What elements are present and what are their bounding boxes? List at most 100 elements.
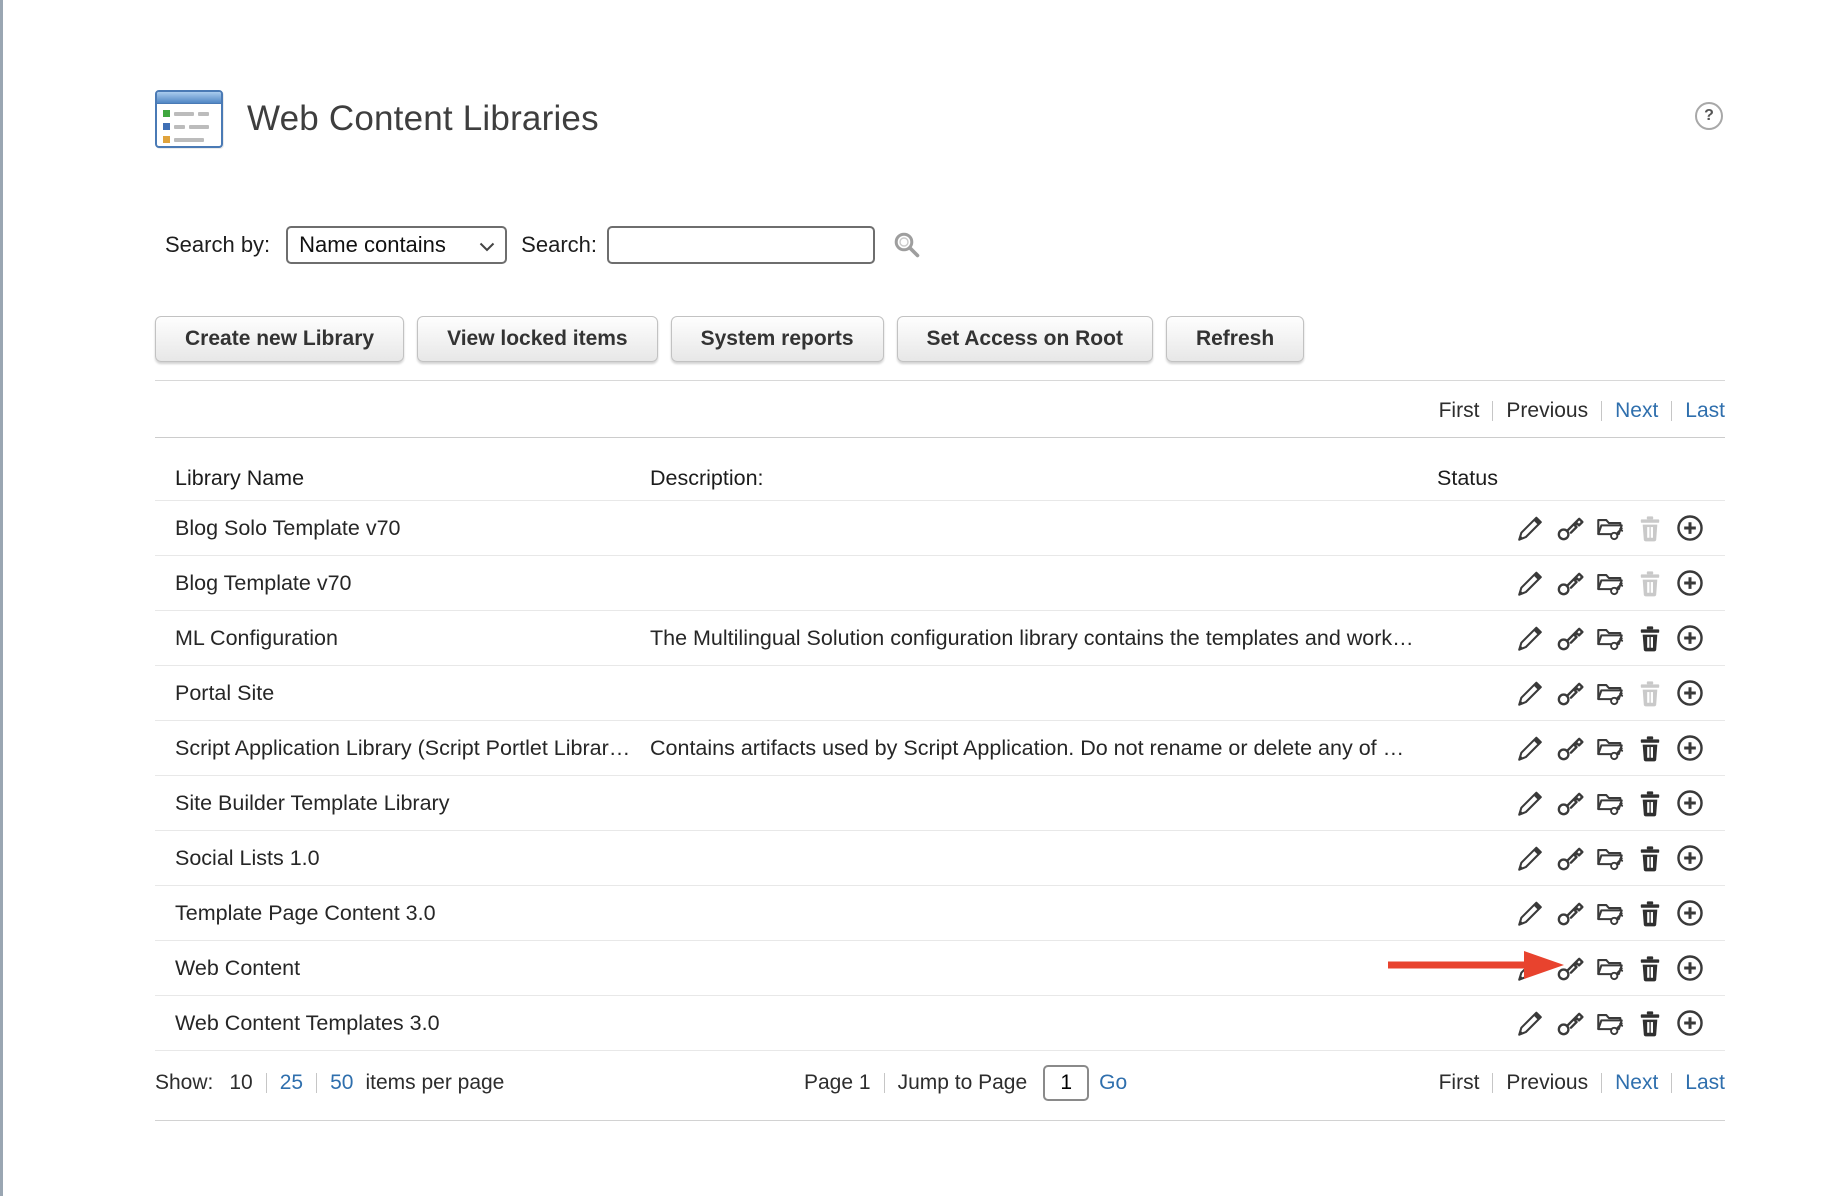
set-access-on-contents-button[interactable] (1595, 1008, 1625, 1038)
pencil-icon (1515, 788, 1545, 818)
go-button[interactable]: Go (1099, 1071, 1127, 1095)
plus-circle-icon (1675, 898, 1705, 928)
library-name: Web Content (175, 956, 650, 981)
folder-key-icon (1595, 953, 1625, 983)
set-access-on-contents-button[interactable] (1595, 513, 1625, 543)
set-access-on-contents-button[interactable] (1595, 678, 1625, 708)
set-access-on-contents-button[interactable] (1595, 843, 1625, 873)
set-permissions-button[interactable] (1555, 733, 1585, 763)
row-actions (1515, 568, 1705, 598)
last-page-link[interactable]: Last (1685, 399, 1725, 423)
trash-icon (1635, 513, 1665, 543)
add-button[interactable] (1675, 678, 1705, 708)
pagination-top: First Previous Next Last (1439, 396, 1725, 426)
page-size-25[interactable]: 25 (280, 1071, 303, 1095)
edit-button[interactable] (1515, 568, 1545, 598)
plus-circle-icon (1675, 678, 1705, 708)
edit-button[interactable] (1515, 513, 1545, 543)
refresh-button[interactable]: Refresh (1166, 316, 1304, 362)
delete-button[interactable] (1635, 623, 1665, 653)
library-name: ML Configuration (175, 626, 650, 651)
table-row: ML Configuration The Multilingual Soluti… (155, 611, 1725, 666)
page-size-10: 10 (229, 1071, 252, 1095)
set-access-on-contents-button[interactable] (1595, 733, 1625, 763)
set-access-on-contents-button[interactable] (1595, 568, 1625, 598)
pencil-icon (1515, 513, 1545, 543)
set-access-on-contents-button[interactable] (1595, 623, 1625, 653)
delete-button[interactable] (1635, 733, 1665, 763)
plus-circle-icon (1675, 733, 1705, 763)
set-permissions-button[interactable] (1555, 568, 1585, 598)
set-permissions-button[interactable] (1555, 788, 1585, 818)
delete-button[interactable] (1635, 788, 1665, 818)
library-name: Blog Template v70 (175, 571, 650, 596)
edit-button[interactable] (1515, 843, 1545, 873)
set-access-on-contents-button[interactable] (1595, 953, 1625, 983)
add-button[interactable] (1675, 1008, 1705, 1038)
set-access-on-root-button[interactable]: Set Access on Root (897, 316, 1153, 362)
set-permissions-button[interactable] (1555, 898, 1585, 928)
search-submit-button[interactable] (891, 229, 923, 261)
set-permissions-button[interactable] (1555, 513, 1585, 543)
library-name: Portal Site (175, 681, 650, 706)
view-locked-items-button[interactable]: View locked items (417, 316, 658, 362)
search-label: Search: (521, 232, 597, 258)
library-name: Web Content Templates 3.0 (175, 1011, 650, 1036)
pencil-icon (1515, 678, 1545, 708)
next-page-link[interactable]: Next (1615, 399, 1658, 423)
set-access-on-contents-button[interactable] (1595, 788, 1625, 818)
pagination-bottom: First Previous Next Last (1439, 1071, 1725, 1095)
add-button[interactable] (1675, 843, 1705, 873)
key-icon (1555, 788, 1585, 818)
chevron-down-icon (479, 232, 495, 258)
delete-button[interactable] (1635, 898, 1665, 928)
delete-button (1635, 513, 1665, 543)
help-icon[interactable]: ? (1695, 102, 1723, 130)
set-permissions-button[interactable] (1555, 843, 1585, 873)
add-button[interactable] (1675, 788, 1705, 818)
edit-button[interactable] (1515, 898, 1545, 928)
system-reports-button[interactable]: System reports (671, 316, 884, 362)
add-button[interactable] (1675, 898, 1705, 928)
delete-button[interactable] (1635, 953, 1665, 983)
page-size-50[interactable]: 50 (330, 1071, 353, 1095)
library-name: Site Builder Template Library (175, 791, 650, 816)
trash-icon (1635, 568, 1665, 598)
pencil-icon (1515, 843, 1545, 873)
create-new-library-button[interactable]: Create new Library (155, 316, 404, 362)
table-row: Blog Template v70 (155, 556, 1725, 611)
edit-button[interactable] (1515, 623, 1545, 653)
set-access-on-contents-button[interactable] (1595, 898, 1625, 928)
delete-button[interactable] (1635, 843, 1665, 873)
search-by-selected-option: Name contains (299, 232, 446, 258)
set-permissions-button[interactable] (1555, 1008, 1585, 1038)
edit-button[interactable] (1515, 733, 1545, 763)
search-by-select[interactable]: Name contains (286, 226, 507, 264)
next-page-link[interactable]: Next (1615, 1071, 1658, 1095)
toolbar: Create new Library View locked items Sys… (155, 316, 1304, 362)
delete-button[interactable] (1635, 1008, 1665, 1038)
set-permissions-button[interactable] (1555, 623, 1585, 653)
add-button[interactable] (1675, 953, 1705, 983)
row-actions (1515, 788, 1705, 818)
library-description: The Multilingual Solution configuration … (650, 626, 1515, 651)
plus-circle-icon (1675, 623, 1705, 653)
edit-button[interactable] (1515, 678, 1545, 708)
jump-to-page-label: Jump to Page (898, 1071, 1028, 1095)
last-page-link[interactable]: Last (1685, 1071, 1725, 1095)
edit-button[interactable] (1515, 1008, 1545, 1038)
add-button[interactable] (1675, 733, 1705, 763)
key-icon (1555, 678, 1585, 708)
trash-icon (1635, 623, 1665, 653)
table-row: Template Page Content 3.0 (155, 886, 1725, 941)
search-input[interactable] (607, 226, 875, 264)
row-actions (1515, 1008, 1705, 1038)
pencil-icon (1515, 733, 1545, 763)
jump-to-page-input[interactable] (1043, 1065, 1089, 1101)
add-button[interactable] (1675, 623, 1705, 653)
add-button[interactable] (1675, 568, 1705, 598)
set-permissions-button[interactable] (1555, 678, 1585, 708)
add-button[interactable] (1675, 513, 1705, 543)
row-actions (1515, 843, 1705, 873)
edit-button[interactable] (1515, 788, 1545, 818)
